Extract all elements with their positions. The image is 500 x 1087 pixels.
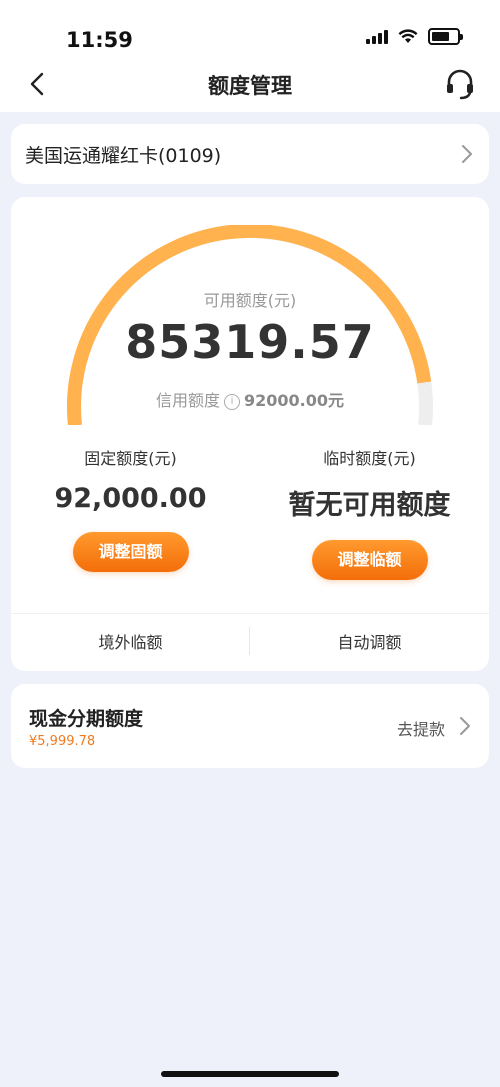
credit-limit-card: 可用额度(元) 85319.57 信用额度 i 92000.00元 固定额度(元) … [11,197,489,671]
available-limit-value: 85319.57 [125,315,375,369]
fixed-limit-value: 92,000.00 [54,483,207,514]
status-time: 11:59 [66,28,133,52]
top-bar: 11:59 额度管理 [0,0,500,112]
battery-icon [428,28,463,45]
temporary-limit-section: 临时额度(元) 暂无可用额度 调整临额 [250,445,489,580]
page-title: 额度管理 [208,74,292,98]
fixed-limit-section: 固定额度(元) 92,000.00 调整固额 [11,445,250,572]
credit-limit-label: 信用额度 [155,391,220,410]
temporary-limit-label: 临时额度(元) [323,449,416,468]
fixed-limit-label: 固定额度(元) [84,449,177,468]
chevron-right-icon [462,145,472,163]
adjust-fixed-limit-button[interactable]: 调整固额 [72,532,189,572]
adjust-temporary-limit-button[interactable]: 调整临额 [311,540,428,580]
chevron-right-icon [460,717,470,735]
withdraw-link[interactable]: 去提款 [397,716,445,740]
cash-installment-amount: ¥5,999.78 [29,734,96,749]
credit-limit-value: 92000.00元 [244,391,345,410]
cash-installment-title: 现金分期额度 [29,708,144,730]
card-name: 美国运通耀红卡(0109) [25,145,222,167]
available-limit-label: 可用额度(元) [203,291,297,310]
temporary-limit-value: 暂无可用额度 [288,490,451,521]
wifi-icon [398,29,418,43]
card-selector[interactable]: 美国运通耀红卡(0109) [11,124,489,184]
status-icons [366,28,463,45]
cellular-signal-icon [366,29,388,44]
cash-installment-card[interactable]: 现金分期额度 ¥5,999.78 去提款 [11,684,489,768]
customer-service-icon[interactable] [442,66,478,102]
auto-adjust-limit-link[interactable]: 自动调额 [250,629,489,653]
info-icon[interactable]: i [224,393,240,410]
overseas-temp-limit-link[interactable]: 境外临额 [11,629,250,653]
home-indicator [161,1071,339,1077]
credit-limit-line: 信用额度 i 92000.00元 [11,387,489,411]
divider [11,613,489,614]
